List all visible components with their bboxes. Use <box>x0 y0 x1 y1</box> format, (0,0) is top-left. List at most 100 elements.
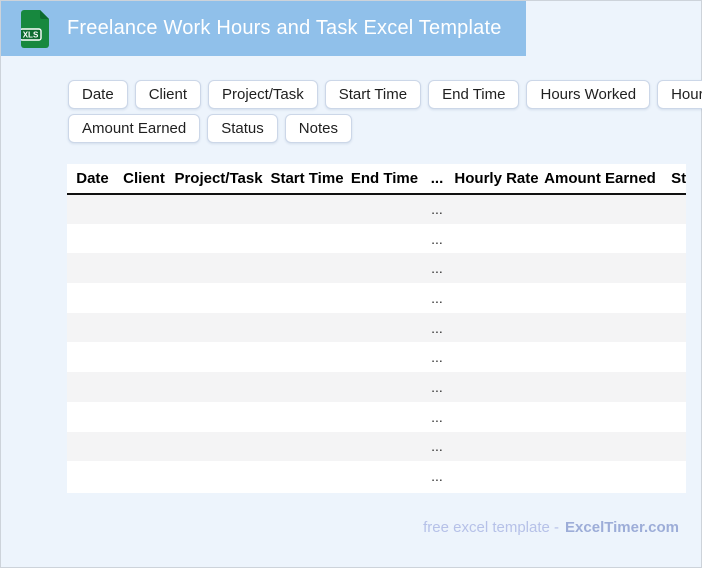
chip-client[interactable]: Client <box>134 80 202 109</box>
empty-cell <box>267 431 347 462</box>
chip-project-task[interactable]: Project/Task <box>208 80 318 109</box>
empty-cell <box>67 401 118 432</box>
chip-date[interactable]: Date <box>68 80 128 109</box>
empty-cell <box>347 194 422 224</box>
empty-cell <box>170 342 267 373</box>
empty-cell <box>170 223 267 254</box>
empty-cell <box>541 461 659 491</box>
chips-row-1: Date Client Project/Task Start Time End Time… <box>68 80 702 109</box>
chip-start-time[interactable]: Start Time <box>324 80 422 109</box>
empty-cell <box>659 461 686 491</box>
chip-end-time[interactable]: End Time <box>428 80 520 109</box>
empty-cell <box>541 431 659 462</box>
xls-file-icon: XLS <box>21 9 49 48</box>
empty-cell <box>347 372 422 402</box>
empty-cell <box>541 401 659 432</box>
empty-cell <box>452 372 541 402</box>
table-row: ... <box>67 342 686 373</box>
column-header-start-time: Start Time <box>267 164 347 195</box>
chip-notes[interactable]: Notes <box>284 114 352 143</box>
template-preview-table: Date Client Project/Task Start Time End Time… <box>67 164 686 493</box>
empty-cell <box>118 223 170 254</box>
empty-cell <box>541 312 659 343</box>
empty-cell <box>170 401 267 432</box>
column-header--: ... <box>422 164 452 195</box>
empty-cell <box>452 223 541 254</box>
empty-cell <box>659 372 686 402</box>
empty-cell <box>67 372 118 402</box>
page-title: Freelance Work Hours and Task Excel Temp… <box>67 17 502 39</box>
empty-cell <box>541 342 659 373</box>
empty-cell <box>118 342 170 373</box>
row-ellipsis-cell: ... <box>422 401 452 432</box>
empty-cell <box>659 431 686 462</box>
table-row: ... <box>67 223 686 254</box>
empty-cell <box>541 223 659 254</box>
empty-cell <box>118 283 170 313</box>
empty-cell <box>347 312 422 343</box>
empty-cell <box>118 253 170 284</box>
column-header-amount-earned: Amount Earned <box>541 164 659 195</box>
table-body: .............................. <box>67 194 686 491</box>
empty-cell <box>267 194 347 224</box>
empty-cell <box>347 401 422 432</box>
empty-cell <box>452 401 541 432</box>
page: { "header": { "title": "Freelance Work H… <box>0 0 702 568</box>
footer-text: free excel template - <box>423 519 560 536</box>
empty-cell <box>452 461 541 491</box>
empty-cell <box>67 194 118 224</box>
empty-cell <box>541 194 659 224</box>
empty-cell <box>67 312 118 343</box>
empty-cell <box>541 253 659 284</box>
header-bar: XLS Freelance Work Hours and Task Excel … <box>1 1 526 56</box>
table-row: ... <box>67 461 686 491</box>
column-chips: Date Client Project/Task Start Time End Time… <box>68 80 702 143</box>
empty-cell <box>267 312 347 343</box>
empty-cell <box>659 223 686 254</box>
table-row: ... <box>67 372 686 402</box>
table-row: ... <box>67 401 686 432</box>
chip-hourly-rate[interactable]: Hourly Rate <box>657 80 702 109</box>
row-ellipsis-cell: ... <box>422 253 452 284</box>
empty-cell <box>347 342 422 373</box>
row-ellipsis-cell: ... <box>422 194 452 224</box>
empty-cell <box>170 283 267 313</box>
row-ellipsis-cell: ... <box>422 283 452 313</box>
empty-cell <box>347 223 422 254</box>
row-ellipsis-cell: ... <box>422 223 452 254</box>
empty-cell <box>347 461 422 491</box>
empty-cell <box>118 372 170 402</box>
empty-cell <box>67 431 118 462</box>
empty-cell <box>452 253 541 284</box>
chip-amount-earned[interactable]: Amount Earned <box>68 114 201 143</box>
column-header-end-time: End Time <box>347 164 422 195</box>
column-header-project-task: Project/Task <box>170 164 267 195</box>
chip-hours-worked[interactable]: Hours Worked <box>526 80 651 109</box>
empty-cell <box>67 461 118 491</box>
footer-brand-link[interactable]: ExcelTimer.com <box>565 519 679 536</box>
row-ellipsis-cell: ... <box>422 372 452 402</box>
empty-cell <box>67 342 118 373</box>
xls-badge-label: XLS <box>23 30 39 39</box>
chip-status[interactable]: Status <box>207 114 278 143</box>
table-row: ... <box>67 312 686 343</box>
empty-cell <box>267 283 347 313</box>
row-ellipsis-cell: ... <box>422 312 452 343</box>
table: Date Client Project/Task Start Time End Time… <box>67 164 686 491</box>
empty-cell <box>267 401 347 432</box>
empty-cell <box>170 253 267 284</box>
empty-cell <box>659 283 686 313</box>
empty-cell <box>659 401 686 432</box>
empty-cell <box>452 312 541 343</box>
empty-cell <box>118 194 170 224</box>
empty-cell <box>170 461 267 491</box>
column-header-hourly-rate: Hourly Rate <box>452 164 541 195</box>
empty-cell <box>67 253 118 284</box>
table-row: ... <box>67 253 686 284</box>
empty-cell <box>347 431 422 462</box>
row-ellipsis-cell: ... <box>422 342 452 373</box>
empty-cell <box>118 312 170 343</box>
chips-row-2: Amount Earned Status Notes <box>68 114 702 143</box>
empty-cell <box>170 312 267 343</box>
empty-cell <box>452 283 541 313</box>
